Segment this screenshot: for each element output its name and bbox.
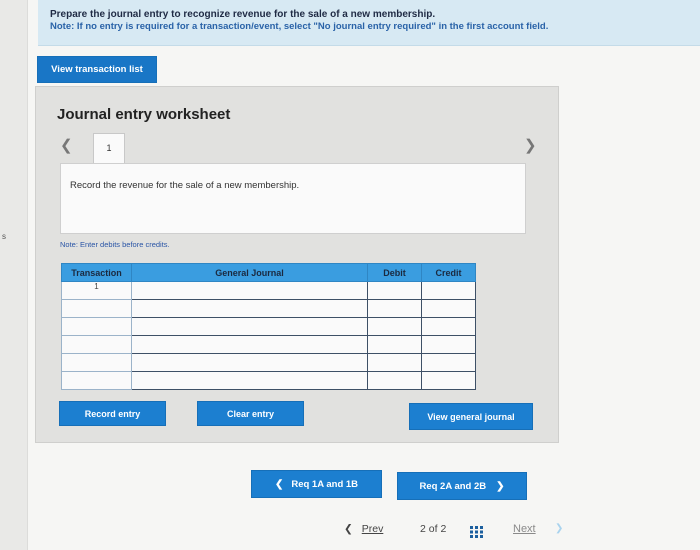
table-row: 1 <box>61 281 476 300</box>
transaction-cell <box>61 371 132 390</box>
debit-input[interactable] <box>367 371 422 390</box>
transaction-cell <box>61 299 132 318</box>
entry-description: Record the revenue for the sale of a new… <box>70 180 300 191</box>
transaction-cell <box>61 317 132 336</box>
tab-entry-label: 1 <box>106 143 112 153</box>
table-row <box>61 317 476 336</box>
left-margin: s <box>0 0 28 550</box>
debit-input[interactable] <box>367 353 422 372</box>
page-current: 2 <box>420 523 426 535</box>
transaction-cell <box>61 335 132 354</box>
chevron-right-icon: ❯ <box>555 523 564 534</box>
credit-input[interactable] <box>421 335 476 354</box>
chevron-right-icon[interactable]: ❯ <box>524 136 537 154</box>
header-credit: Credit <box>421 263 476 282</box>
grid-icon[interactable] <box>470 526 483 538</box>
header-transaction: Transaction <box>61 263 132 282</box>
debit-input[interactable] <box>367 335 422 354</box>
instructions-text: Prepare the journal entry to recognize r… <box>50 9 436 20</box>
pager-prev-label: Prev <box>361 523 384 535</box>
table-header-row: Transaction General Journal Debit Credit <box>61 263 476 282</box>
general-journal-input[interactable] <box>131 317 368 336</box>
req-next-button[interactable]: Req 2A and 2B ❯ <box>397 472 527 500</box>
transaction-cell: 1 <box>61 281 132 300</box>
page-of: of <box>428 523 438 535</box>
pager-prev-link[interactable]: ❮ Prev <box>344 523 383 535</box>
journal-entry-worksheet: Journal entry worksheet ❮ 1 ❯ Record the… <box>35 86 559 443</box>
view-transaction-list-button[interactable]: View transaction list <box>37 56 157 83</box>
general-journal-input[interactable] <box>131 281 368 300</box>
entry-description-box: Record the revenue for the sale of a new… <box>60 163 526 234</box>
pager-next-link[interactable]: Next <box>513 523 536 535</box>
credit-input[interactable] <box>421 281 476 300</box>
table-row <box>61 299 476 318</box>
instructions-note: Note: If no entry is required for a tran… <box>50 21 549 32</box>
tab-entry-1[interactable]: 1 <box>93 133 125 163</box>
record-entry-button[interactable]: Record entry <box>59 401 166 426</box>
req-next-label: Req 2A and 2B <box>419 480 487 492</box>
req-prev-label: Req 1A and 1B <box>291 478 359 490</box>
margin-mark: s <box>2 232 6 241</box>
table-row <box>61 353 476 372</box>
table-row <box>61 371 476 390</box>
general-journal-input[interactable] <box>131 371 368 390</box>
debit-input[interactable] <box>367 299 422 318</box>
journal-entry-table: Transaction General Journal Debit Credit… <box>61 263 476 390</box>
chevron-left-icon: ❮ <box>274 478 284 490</box>
header-general-journal: General Journal <box>131 263 368 282</box>
clear-entry-button[interactable]: Clear entry <box>197 401 304 426</box>
page: Prepare the journal entry to recognize r… <box>28 0 700 550</box>
table-row <box>61 335 476 354</box>
credit-input[interactable] <box>421 317 476 336</box>
credit-input[interactable] <box>421 353 476 372</box>
general-journal-input[interactable] <box>131 335 368 354</box>
view-general-journal-button[interactable]: View general journal <box>409 403 533 430</box>
debit-input[interactable] <box>367 317 422 336</box>
debits-note: Note: Enter debits before credits. <box>60 240 170 249</box>
header-debit: Debit <box>367 263 422 282</box>
general-journal-input[interactable] <box>131 299 368 318</box>
general-journal-input[interactable] <box>131 353 368 372</box>
chevron-right-icon: ❯ <box>496 480 505 492</box>
req-prev-button[interactable]: ❮ Req 1A and 1B <box>251 470 382 498</box>
page-indicator: 2 of 2 <box>420 523 446 535</box>
credit-input[interactable] <box>421 371 476 390</box>
credit-input[interactable] <box>421 299 476 318</box>
debit-input[interactable] <box>367 281 422 300</box>
chevron-left-icon[interactable]: ❮ <box>60 136 73 154</box>
chevron-left-icon: ❮ <box>344 523 353 535</box>
worksheet-title: Journal entry worksheet <box>57 106 231 123</box>
page-total: 2 <box>440 523 447 535</box>
instructions-banner: Prepare the journal entry to recognize r… <box>38 0 700 46</box>
transaction-cell <box>61 353 132 372</box>
